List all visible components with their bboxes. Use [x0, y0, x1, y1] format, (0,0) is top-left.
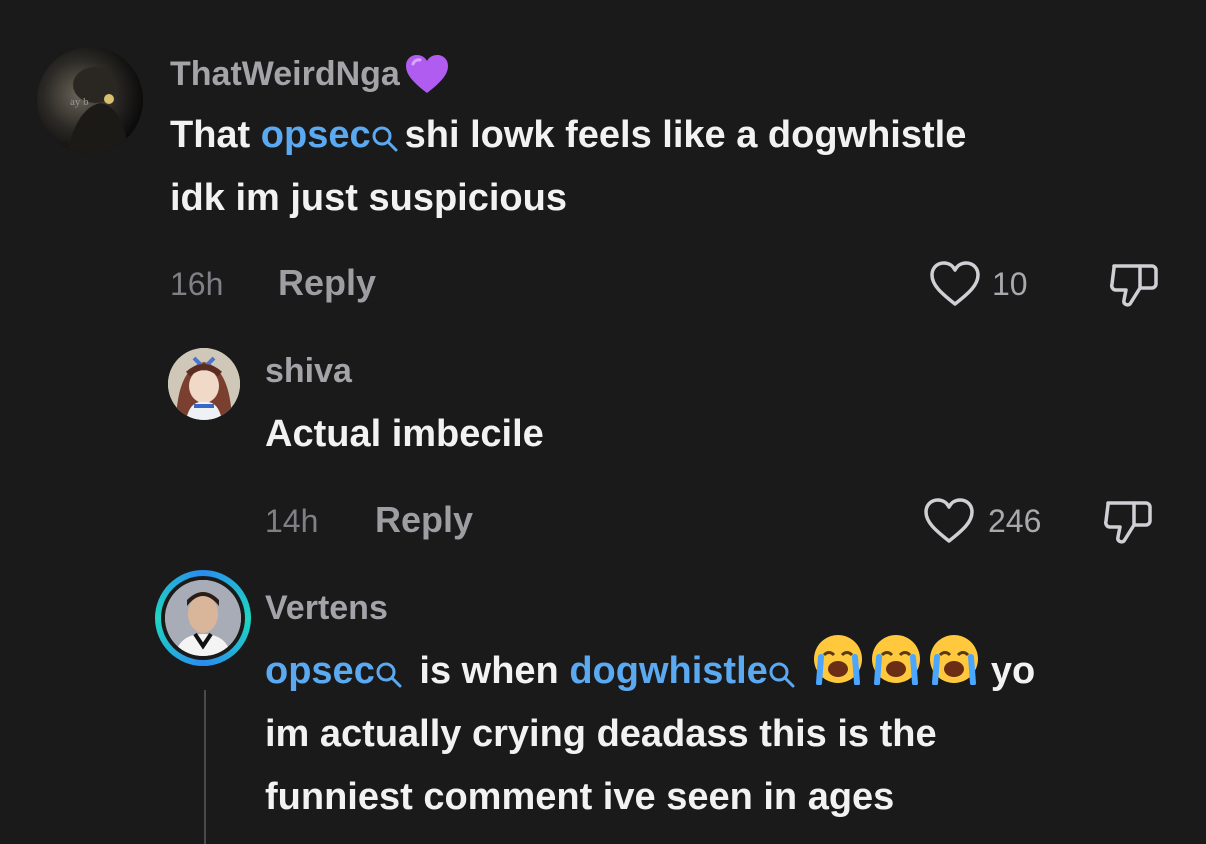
like-button[interactable]: [922, 496, 976, 546]
thumbs-down-icon: [1110, 264, 1158, 307]
search-icon[interactable]: [768, 646, 796, 709]
search-icon[interactable]: [375, 646, 403, 709]
like-count: 10: [992, 266, 1028, 302]
comment-time: 16h: [170, 266, 224, 302]
comment-text: opsec is when dogwhistle yo: [265, 634, 1035, 709]
comment-text: That opsec shi lowk feels like a dogwhist…: [170, 104, 966, 173]
comment-text-line2: idk im just suspicious: [170, 177, 567, 219]
comment-text-line3: funniest comment ive seen in ages: [265, 776, 895, 818]
avatar-vertens[interactable]: [155, 570, 251, 666]
avatar-thatweirdnga[interactable]: ay b: [37, 47, 143, 153]
reply-button[interactable]: Reply: [278, 262, 376, 304]
loudly-crying-face-icon: [928, 633, 980, 705]
keyword-link[interactable]: opsec: [265, 650, 375, 692]
like-button[interactable]: [928, 259, 982, 309]
comment-time: 14h: [265, 503, 319, 539]
comment-username[interactable]: shiva: [265, 352, 352, 391]
profile-photo: [165, 580, 241, 656]
dislike-button[interactable]: [1102, 497, 1154, 549]
comment-text: Actual imbecile: [265, 413, 544, 455]
comment-username[interactable]: Vertens: [265, 589, 388, 628]
purple-heart-icon: [404, 53, 450, 95]
dislike-button[interactable]: [1108, 260, 1160, 312]
thread-line: [204, 690, 206, 844]
svg-text:ay b: ay b: [70, 96, 89, 108]
thumbs-down-icon: [1104, 501, 1152, 544]
keyword-link[interactable]: dogwhistle: [569, 650, 767, 692]
reply-button[interactable]: Reply: [375, 499, 473, 541]
like-count: 246: [988, 503, 1042, 539]
heart-outline-icon: [930, 261, 980, 306]
comment-username[interactable]: ThatWeirdNga: [170, 55, 400, 94]
search-icon[interactable]: [371, 110, 399, 173]
comment-text-line2: im actually crying deadass this is the: [265, 713, 937, 755]
loudly-crying-face-icon: [812, 633, 864, 705]
loudly-crying-face-icon: [870, 633, 922, 705]
avatar-shiva[interactable]: [168, 348, 240, 420]
heart-outline-icon: [924, 498, 974, 543]
keyword-link[interactable]: opsec: [261, 114, 371, 156]
